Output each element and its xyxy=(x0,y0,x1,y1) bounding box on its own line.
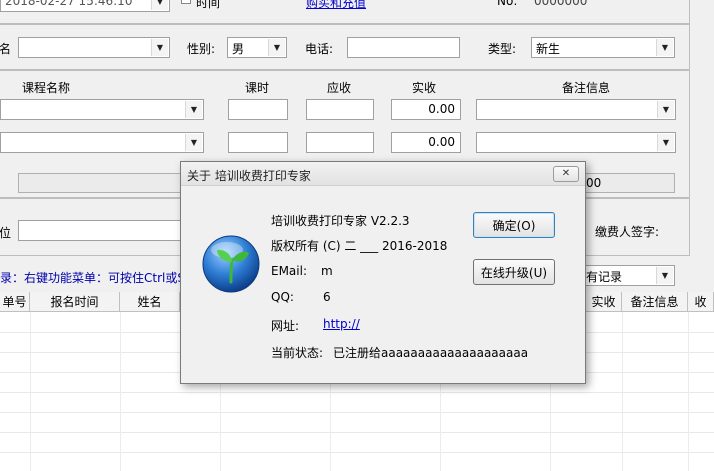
type-label: 类型: xyxy=(488,42,517,56)
grid-header-extra[interactable]: 收 xyxy=(688,292,714,312)
email-label: EMail: xyxy=(271,264,307,278)
type-select[interactable]: 新生 ▼ xyxy=(531,37,675,58)
dialog-close-button[interactable]: ✕ xyxy=(553,166,579,182)
status-label: 当前状态: xyxy=(271,346,324,360)
grid-row-line xyxy=(0,432,714,433)
phone-input[interactable] xyxy=(347,37,460,58)
dialog-title: 关于 培训收费打印专家 xyxy=(187,169,311,183)
website-link[interactable]: http:// xyxy=(323,317,435,331)
gender-label: 性别: xyxy=(187,42,216,56)
chevron-down-icon[interactable]: ▼ xyxy=(268,39,285,56)
header-group xyxy=(0,0,690,24)
qq-label: QQ: xyxy=(271,290,294,304)
total-value: 00 xyxy=(586,176,602,190)
chevron-down-icon[interactable]: ▼ xyxy=(656,267,673,284)
chevron-down-icon[interactable]: ▼ xyxy=(185,101,202,118)
course-select-2[interactable]: ▼ xyxy=(0,132,204,153)
grid-col-line xyxy=(30,312,31,471)
about-dialog: 关于 培训收费打印专家 ✕ 培训收费打印专家 V2.2.3 版权所有 (C) 二… xyxy=(180,161,586,384)
due-input-1[interactable] xyxy=(306,99,374,120)
hours-input-2[interactable] xyxy=(228,132,288,153)
paid-value-2: 0.00 xyxy=(428,135,455,149)
copyright-text: 版权所有 (C) 二 ___ 2016-2018 xyxy=(271,239,448,253)
note-select-1[interactable]: ▼ xyxy=(476,99,676,120)
grid-row-line xyxy=(0,392,714,393)
grid-header-note[interactable]: 备注信息 xyxy=(622,292,688,312)
phone-label: 电话: xyxy=(305,42,334,56)
type-value: 新生 xyxy=(536,42,561,56)
online-upgrade-button[interactable]: 在线升级(U) xyxy=(473,259,555,285)
grid-header-id[interactable]: 单号 xyxy=(0,292,30,312)
course-select-1[interactable]: ▼ xyxy=(0,99,204,120)
qq-value: 6 xyxy=(323,290,331,304)
chevron-down-icon[interactable]: ▼ xyxy=(657,101,674,118)
gender-value: 男 xyxy=(232,42,245,56)
status-value: 已注册给aaaaaaaaaaaaaaaaaaaa xyxy=(333,346,529,360)
grid-col-line xyxy=(120,312,121,471)
name-select[interactable]: ▼ xyxy=(18,37,170,58)
signature-label: 缴费人签字: xyxy=(595,225,660,239)
email-value: m xyxy=(321,264,333,278)
hint-text: 录：右键功能菜单：可按住Ctrl或Sh xyxy=(0,271,193,285)
paid-header: 实收 xyxy=(412,81,437,95)
ok-button[interactable]: 确定(O) xyxy=(473,212,555,238)
paid-input-1[interactable]: 0.00 xyxy=(391,99,461,120)
hours-input-1[interactable] xyxy=(228,99,288,120)
grid-col-line xyxy=(622,312,623,471)
unit-label: 位 xyxy=(0,226,12,240)
grid-header-name[interactable]: 姓名 xyxy=(120,292,180,312)
paid-value-1: 0.00 xyxy=(428,102,455,116)
name-label: 名 xyxy=(0,42,12,56)
app-logo-icon xyxy=(202,235,260,293)
gender-select[interactable]: 男 ▼ xyxy=(227,37,287,58)
product-name: 培训收费打印专家 V2.2.3 xyxy=(271,214,410,228)
unit-input[interactable] xyxy=(18,220,188,241)
total-bar xyxy=(18,173,188,193)
paid-input-2[interactable]: 0.00 xyxy=(391,132,461,153)
hours-header: 课时 xyxy=(245,81,270,95)
chevron-down-icon[interactable]: ▼ xyxy=(151,39,168,56)
course-header: 课程名称 xyxy=(22,81,71,95)
note-header: 备注信息 xyxy=(562,81,611,95)
due-header: 应收 xyxy=(327,81,352,95)
due-input-2[interactable] xyxy=(306,132,374,153)
website-label: 网址: xyxy=(271,319,300,333)
records-label: 有记录 xyxy=(586,270,623,284)
grid-row-line xyxy=(0,452,714,453)
total-bar-right: 00 xyxy=(584,173,675,193)
chevron-down-icon[interactable]: ▼ xyxy=(185,134,202,151)
grid-row-line xyxy=(0,412,714,413)
note-select-2[interactable]: ▼ xyxy=(476,132,676,153)
dialog-titlebar[interactable]: 关于 培训收费打印专家 ✕ xyxy=(181,162,585,186)
chevron-down-icon[interactable]: ▼ xyxy=(657,134,674,151)
chevron-down-icon[interactable]: ▼ xyxy=(656,39,673,56)
grid-col-line xyxy=(688,312,689,471)
close-icon: ✕ xyxy=(561,168,571,179)
grid-header-paid[interactable]: 实收 xyxy=(586,292,622,312)
records-select[interactable]: 有记录 ▼ xyxy=(581,265,675,286)
grid-header-date[interactable]: 报名时间 xyxy=(30,292,120,312)
